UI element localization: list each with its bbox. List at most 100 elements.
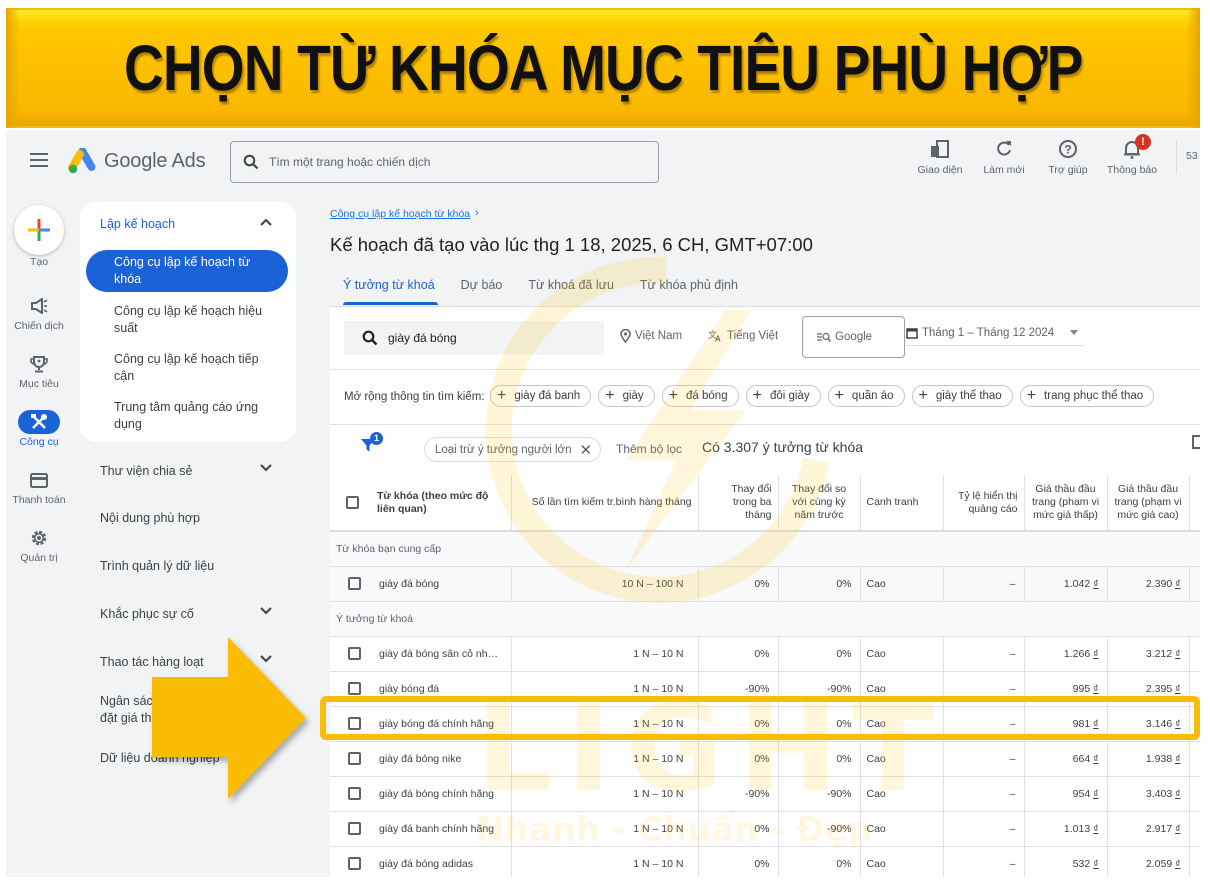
nav-item-app-ads-hub[interactable]: Trung tâm quảng cáo ứng dụng xyxy=(86,395,288,437)
nav-item-shared-library[interactable]: Thư viện chia sẻ xyxy=(100,463,290,480)
table-row[interactable]: giày bóng đá 1 N – 10 N -90% -90% Cao –995 ₫ 2… xyxy=(330,671,1200,707)
calendar-icon xyxy=(906,327,918,339)
col-avg-monthly-searches[interactable]: Số lần tìm kiếm tr.bình hàng tháng xyxy=(511,475,699,532)
divider xyxy=(1176,140,1177,174)
bid-high-value: 2.390 xyxy=(1145,577,1173,590)
tab-keyword-ideas[interactable]: Ý tưởng từ khoá xyxy=(330,270,448,305)
date-range-selector[interactable]: Tháng 1 – Tháng 12 2024 xyxy=(906,320,1084,346)
refine-chip[interactable]: + giày thể thao xyxy=(911,385,1013,407)
breadcrumb-keyword-planner[interactable]: Công cụ lập kế hoạch từ khóa xyxy=(330,208,470,220)
row-checkbox[interactable] xyxy=(348,717,361,730)
account-id[interactable]: 53 xyxy=(1186,150,1198,162)
keyword-search-field[interactable] xyxy=(344,321,604,355)
currency-symbol: ₫ xyxy=(1175,682,1181,695)
yoy-change: 0% xyxy=(778,636,861,672)
adult-ideas-filter-chip[interactable]: Loại trừ ý tưởng người lớn ✕ xyxy=(424,437,602,462)
nav-item-bulk-actions[interactable]: Thao tác hàng loạt xyxy=(100,654,290,671)
nav-item-budgets-bidding[interactable]: Ngân sác đặt giá th xyxy=(100,693,290,727)
location-selector[interactable]: Việt Nam xyxy=(620,329,682,343)
network-selector[interactable]: Google xyxy=(802,316,905,358)
nav-item-reach-planner[interactable]: Công cụ lập kế hoạch tiếp cận xyxy=(86,347,288,389)
rail-item-tools[interactable]: Công cụ xyxy=(6,410,72,448)
row-checkbox[interactable] xyxy=(348,647,361,660)
row-checkbox[interactable] xyxy=(348,787,361,800)
currency-symbol: ₫ xyxy=(1175,577,1181,590)
refine-chip[interactable]: + đá bóng xyxy=(661,385,739,407)
col-competition[interactable]: Cạnh tranh xyxy=(860,475,944,532)
refine-chip[interactable]: + quần áo xyxy=(827,385,905,407)
row-checkbox[interactable] xyxy=(348,857,361,870)
currency-symbol: ₫ xyxy=(1093,752,1099,765)
columns-icon[interactable] xyxy=(1192,435,1200,449)
chevron-up-icon[interactable] xyxy=(260,218,272,226)
translate-icon: 文A xyxy=(708,329,721,342)
keyword-text: giày đá bóng chính hãng xyxy=(379,787,495,800)
chip-label: đôi giày xyxy=(769,390,810,402)
col-bid-low[interactable]: Giá thầu đầu trang (phạm vi mức giá thấp… xyxy=(1024,475,1108,532)
bid-low: 532 ₫ xyxy=(1024,846,1108,877)
add-filter-button[interactable]: Thêm bộ lọc xyxy=(616,442,682,456)
refine-chip[interactable]: + trang phục thể thao xyxy=(1019,385,1155,407)
col-bid-high[interactable]: Giá thầu đầu trang (phạm vi mức giá cao) xyxy=(1107,475,1190,532)
keyword-search-input[interactable] xyxy=(388,331,588,345)
rail-item-billing[interactable]: Thanh toán xyxy=(6,468,72,506)
nav-item-content-suitability[interactable]: Nội dung phù hợp xyxy=(100,510,290,527)
row-checkbox[interactable] xyxy=(348,682,361,695)
idea-count: Có 3.307 ý tưởng từ khóa xyxy=(702,439,864,455)
col-three-month-change[interactable]: Thay đổi trong ba tháng xyxy=(698,475,779,532)
bid-high: 3.212 ₫ xyxy=(1107,636,1190,672)
nav-item-keyword-planner[interactable]: Công cụ lập kế hoạch từ khóa xyxy=(86,250,288,292)
tab-saved-keywords[interactable]: Từ khoá đã lưu xyxy=(515,270,627,305)
notifications-button[interactable]: ! Thông báo xyxy=(1100,134,1164,176)
table-row-highlighted[interactable]: giày bóng đá chính hãng 1 N – 10 N 0% 0% Cao… xyxy=(330,706,1200,742)
chip-label: quần áo xyxy=(851,390,894,402)
table-row[interactable]: giày đá bóng adidas 1 N – 10 N 0% 0% Cao –532… xyxy=(330,846,1200,877)
nav-item-performance-planner[interactable]: Công cụ lập kế hoạch hiệu suất xyxy=(86,299,288,341)
language-selector[interactable]: 文A Tiếng Việt xyxy=(708,329,778,342)
rail-item-goals[interactable]: Mục tiêu xyxy=(6,352,72,390)
hamburger-menu-icon[interactable] xyxy=(30,153,48,167)
nav-section-planning[interactable]: Lập kế hoạch xyxy=(100,217,175,231)
avg-monthly-searches: 1 N – 10 N xyxy=(511,811,699,847)
col-ad-impression-share[interactable]: Tỷ lệ hiển thị quảng cáo xyxy=(943,475,1025,532)
help-button[interactable]: ? Trợ giúp xyxy=(1036,138,1100,176)
tab-forecast[interactable]: Dự báo xyxy=(448,270,516,305)
global-search-input[interactable] xyxy=(269,155,649,169)
competition: Cao xyxy=(860,741,944,777)
three-month-change: -90% xyxy=(698,776,779,812)
banner-title: CHỌN TỪ KHÓA MỤC TIÊU PHÙ HỢP xyxy=(123,32,1083,104)
table-row[interactable]: giày đá bóng nike 1 N – 10 N 0% 0% Cao –664 ₫… xyxy=(330,741,1200,777)
row-checkbox[interactable] xyxy=(348,822,361,835)
rail-item-admin[interactable]: Quản trị xyxy=(6,526,72,564)
appearance-button[interactable]: Giao diện xyxy=(908,138,972,176)
overflow-cell xyxy=(1189,566,1200,602)
select-all-checkbox[interactable] xyxy=(346,496,359,509)
create-button[interactable] xyxy=(14,205,64,255)
table-row[interactable]: giày đá bóng sân cỏ nhân... 1 N – 10 N 0% 0… xyxy=(330,636,1200,672)
row-checkbox[interactable] xyxy=(348,752,361,765)
row-checkbox[interactable] xyxy=(348,577,361,590)
close-icon[interactable]: ✕ xyxy=(580,441,593,459)
bid-high: 2.917 ₫ xyxy=(1107,811,1190,847)
filter-button[interactable]: 1 xyxy=(360,432,383,458)
global-search[interactable] xyxy=(230,141,659,183)
rail-item-create-label[interactable]: Tạo xyxy=(6,254,72,268)
currency-symbol: ₫ xyxy=(1093,682,1099,695)
currency-symbol: ₫ xyxy=(1175,647,1181,660)
col-yoy-change[interactable]: Thay đổi so với cùng kỳ năm trước xyxy=(778,475,861,532)
table-row[interactable]: giày đá bóng chính hãng 1 N – 10 N -90% -90… xyxy=(330,776,1200,812)
nav-item-troubleshooting[interactable]: Khắc phục sự cố xyxy=(100,606,290,623)
refresh-button[interactable]: Làm mới xyxy=(972,138,1036,176)
nav-item-data-manager[interactable]: Trình quản lý dữ liệu xyxy=(100,558,290,575)
title-banner: CHỌN TỪ KHÓA MỤC TIÊU PHÙ HỢP xyxy=(6,8,1200,128)
rail-item-campaigns[interactable]: Chiến dịch xyxy=(6,294,72,332)
table-row[interactable]: giày đá bóng 10 N – 100 N 0% 0% Cao –1.042 ₫ 2… xyxy=(330,566,1200,602)
col-keyword[interactable]: Từ khóa (theo mức độ liên quan) xyxy=(330,475,512,532)
refine-chip[interactable]: + giày đá banh xyxy=(490,385,592,407)
refine-chip[interactable]: + giày xyxy=(598,385,655,407)
nav-item-business-data[interactable]: Dữ liệu doanh nghiệp xyxy=(100,750,290,767)
refine-chip[interactable]: + đôi giày xyxy=(745,385,821,407)
tab-negative-keywords[interactable]: Từ khóa phủ định xyxy=(627,270,751,305)
table-row[interactable]: giày đá banh chính hãng 1 N – 10 N 0% -90% C… xyxy=(330,811,1200,847)
google-ads-logo[interactable]: Google Ads xyxy=(68,148,206,174)
